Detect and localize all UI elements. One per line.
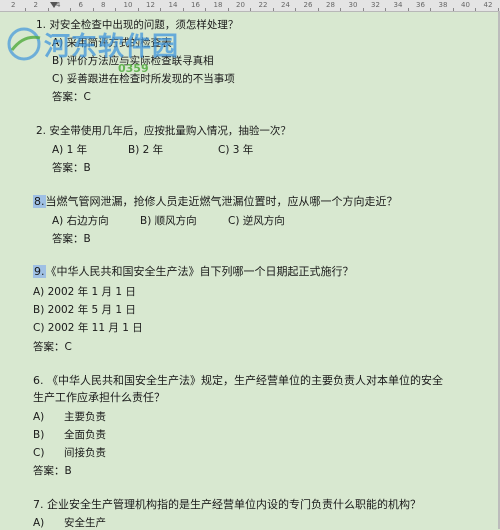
option-b: B) 2 年 bbox=[128, 144, 164, 156]
site-watermark: 河东软件园 0359 bbox=[6, 24, 206, 84]
option-c: C) 逆风方向 bbox=[228, 215, 285, 227]
question-number: 8. bbox=[33, 195, 46, 208]
answer-text: 答案：C bbox=[52, 91, 91, 103]
question-stem-line-2: 生产工作应承担什么责任？ bbox=[33, 391, 165, 404]
ruler-tick-label: 38 bbox=[438, 1, 448, 9]
watermark-logo-icon bbox=[7, 27, 41, 61]
ruler-tick-label: 32 bbox=[371, 1, 380, 9]
ruler-tick-mark bbox=[452, 8, 454, 11]
ruler-tick-mark bbox=[70, 8, 72, 11]
ruler-tick-mark bbox=[475, 8, 477, 11]
ruler-tick-label: 16 bbox=[191, 1, 200, 9]
question-stem: 7. 企业安全生产管理机构指的是生产经营单位内设的专门负责什么职能的机构？ bbox=[33, 498, 421, 511]
document-page[interactable]: 1. 对安全检查中出现的问题，须怎样处理？ A) 采用简评方式的检查表 B) 评… bbox=[0, 12, 498, 529]
watermark-sub-text: 0359 bbox=[118, 62, 149, 75]
ruler-tick-mark bbox=[205, 8, 207, 11]
ruler-tick-label: 36 bbox=[416, 1, 425, 9]
answer-text: 答案：B bbox=[52, 233, 91, 245]
ruler-tick-label: 2 bbox=[11, 1, 16, 9]
ruler-tick-label: 26 bbox=[303, 1, 313, 9]
ruler-tick-mark bbox=[430, 8, 432, 11]
ruler-tick-label: 6 bbox=[78, 1, 83, 9]
question-stem-line: 8.当燃气管网泄漏，抢修人员走近燃气泄漏位置时，应从哪一个方向走近？ bbox=[33, 195, 398, 209]
ruler-tick-mark bbox=[250, 8, 252, 11]
option-b-letter: B) bbox=[33, 429, 45, 441]
ruler-tick-mark bbox=[137, 8, 139, 11]
ruler-tick-mark bbox=[362, 8, 364, 11]
option-c-text: 间接负责 bbox=[64, 447, 106, 459]
ruler-tick-mark bbox=[25, 8, 27, 11]
ruler-tick-mark bbox=[160, 8, 162, 11]
option-b: B) 顺风方向 bbox=[140, 215, 197, 227]
answer-text: 答案：C bbox=[33, 341, 72, 353]
question-stem: 当燃气管网泄漏，抢修人员走近燃气泄漏位置时，应从哪一个方向走近？ bbox=[45, 195, 398, 208]
ruler-tick-mark bbox=[407, 8, 409, 11]
ruler-tick-mark bbox=[272, 8, 274, 11]
ruler-tick-label: 14 bbox=[168, 1, 178, 9]
option-a-letter: A) bbox=[33, 411, 45, 423]
ruler-tick-mark bbox=[340, 8, 342, 11]
ruler-tick-mark bbox=[115, 8, 117, 11]
option-c: C) 3 年 bbox=[218, 144, 254, 156]
option-a: A) 1 年 bbox=[52, 144, 88, 156]
option-a: A) 右边方向 bbox=[52, 215, 109, 227]
question-stem: 《中华人民共和国安全生产法》自下列哪一个日期起正式施行？ bbox=[45, 265, 354, 278]
question-stem: 2. 安全带使用几年后，应按批量购入情况，抽验一次？ bbox=[36, 125, 291, 137]
option-b: B) 2002 年 5 月 1 日 bbox=[33, 304, 136, 316]
ruler-tick-label: 20 bbox=[236, 1, 245, 9]
option-c: C) 2002 年 11 月 1 日 bbox=[33, 322, 143, 334]
ruler-tick-label: 10 bbox=[123, 1, 133, 9]
ruler-tick-label: 40 bbox=[461, 1, 470, 9]
option-a-text: 安全生产 bbox=[64, 517, 106, 529]
question-number: 9. bbox=[33, 265, 46, 278]
ruler-tick-label: 18 bbox=[213, 1, 223, 9]
question-stem-line: 9.《中华人民共和国安全生产法》自下列哪一个日期起正式施行？ bbox=[33, 265, 354, 279]
answer-text: 答案：B bbox=[52, 162, 91, 174]
ruler-tick-label: 2 bbox=[33, 1, 38, 9]
question-stem-line-1: 6. 《中华人民共和国安全生产法》规定，生产经营单位的主要负责人对本单位的安全 bbox=[33, 374, 443, 387]
ruler-tick-mark bbox=[92, 8, 94, 11]
ruler-tick-label: 42 bbox=[483, 1, 493, 9]
option-a: A) 2002 年 1 月 1 日 bbox=[33, 286, 136, 298]
watermark-site-name: 河东软件园 bbox=[44, 32, 180, 62]
ruler-tick-label: 34 bbox=[393, 1, 403, 9]
ruler-tick-mark bbox=[317, 8, 319, 11]
ruler-tick-label: 4 bbox=[56, 1, 61, 9]
horizontal-ruler[interactable]: 2 2 4 6 8 10 12 14 16 18 20 22 24 26 28 30 32 34 36 38 40 42 bbox=[0, 0, 500, 12]
ruler-tick-mark bbox=[47, 8, 49, 11]
answer-text: 答案：B bbox=[33, 465, 72, 477]
option-a-letter: A) bbox=[33, 517, 45, 529]
ruler-tick-label: 30 bbox=[348, 1, 358, 9]
ruler-tick-mark bbox=[385, 8, 387, 11]
ruler-tick-label: 28 bbox=[326, 1, 335, 9]
ruler-tick-mark bbox=[227, 8, 229, 11]
option-b-text: 全面负责 bbox=[64, 429, 106, 441]
ruler-tick-label: 12 bbox=[146, 1, 155, 9]
ruler-tick-mark bbox=[295, 8, 297, 11]
ruler-tick-label: 22 bbox=[258, 1, 268, 9]
option-a-text: 主要负责 bbox=[64, 411, 106, 423]
ruler-tick-label: 24 bbox=[281, 1, 290, 9]
ruler-tick-label: 8 bbox=[101, 1, 106, 9]
option-c-letter: C) bbox=[33, 447, 45, 459]
ruler-tick-mark bbox=[182, 8, 184, 11]
